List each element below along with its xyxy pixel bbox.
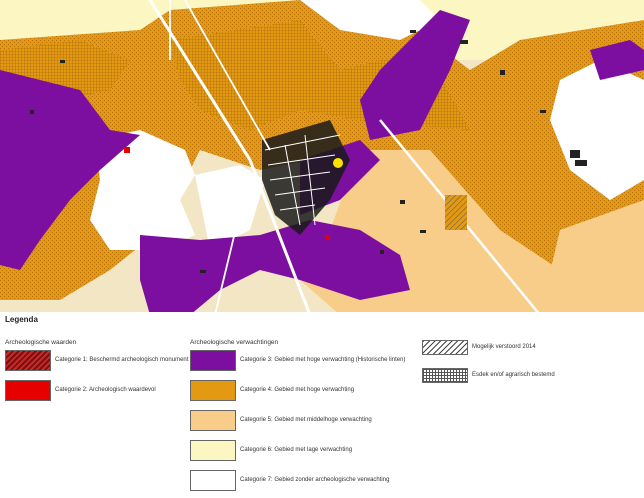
verstoord-label: Mogelijk verstoord 2014 — [472, 344, 536, 350]
cat1-swatch — [5, 350, 51, 371]
cat5-swatch — [190, 410, 236, 431]
agrarisch-swatch — [422, 368, 468, 383]
cat6-label: Categorie 6: Gebied met lage verwachting — [240, 447, 353, 453]
cat3-swatch — [190, 350, 236, 371]
waarden-heading: Archeologische waarden — [5, 339, 77, 346]
verstoord-zone — [445, 195, 467, 230]
agrarisch-label: Esdek en/of agrarisch bestemd — [472, 372, 555, 378]
cat2-label: Categorie 2: Archeologisch waardevol — [55, 387, 156, 393]
verwachtingen-heading: Archeologische verwachtingen — [190, 339, 279, 346]
legend-title: Legenda — [5, 315, 38, 324]
cat2-marker — [124, 147, 130, 153]
verstoord-swatch — [422, 340, 468, 355]
cat6-marker — [333, 158, 343, 168]
cat1-label: Categorie 1: Beschermd archeologisch mon… — [55, 357, 189, 363]
cat4-label: Categorie 4: Gebied met hoge verwachting — [240, 387, 355, 393]
cat7-label: Categorie 7: Gebied zonder archeologisch… — [240, 477, 390, 483]
cat2-marker-2 — [325, 235, 330, 240]
map-canvas — [0, 0, 644, 315]
archaeology-map[interactable] — [0, 0, 644, 315]
cat7-swatch — [190, 470, 236, 491]
cat3-label: Categorie 3: Gebied met hoge verwachting… — [240, 357, 406, 363]
cat5-label: Categorie 5: Gebied met middelhoge verwa… — [240, 417, 372, 423]
cat4-swatch — [190, 380, 236, 401]
cat6-swatch — [190, 440, 236, 461]
legend-panel: Legenda Archeologische waarden Archeolog… — [0, 312, 644, 498]
cat2-swatch — [5, 380, 51, 401]
